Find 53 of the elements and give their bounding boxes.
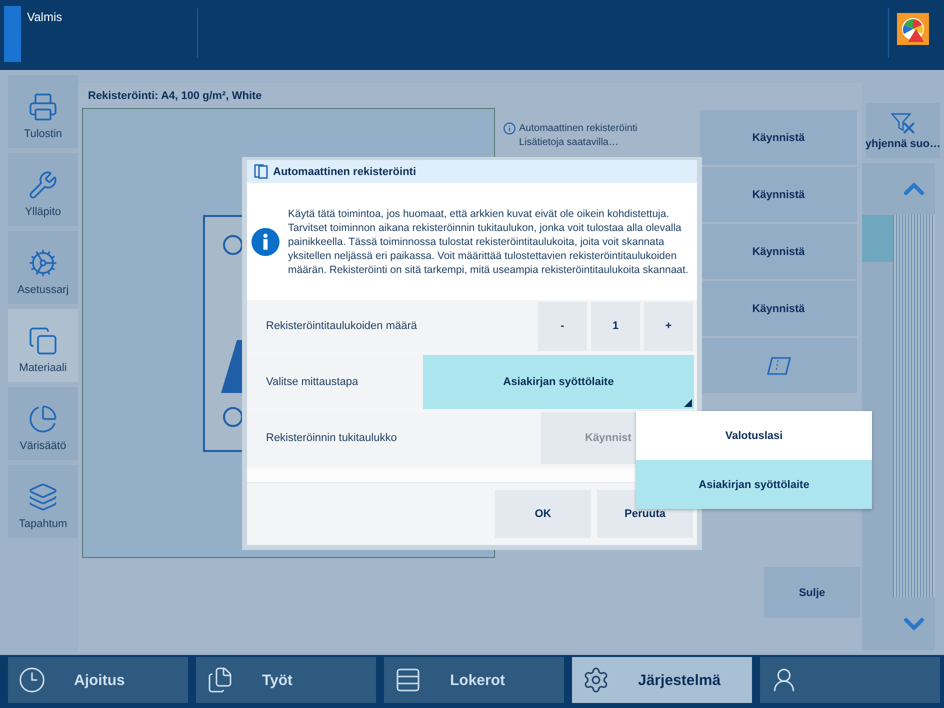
scroll-up-button[interactable] [893, 163, 935, 215]
row-label: Rekisteröintitaulukoiden määrä [266, 320, 418, 332]
sidebar-item[interactable]: Asetussarj [8, 231, 78, 304]
status-text: Valmis [27, 10, 64, 24]
cog-icon [28, 248, 58, 278]
pages-icon [28, 326, 58, 356]
nav-tab[interactable] [760, 657, 940, 703]
dropdown-option[interactable]: Valotuslasi [636, 411, 872, 460]
pages-icon [254, 164, 268, 179]
panel-title: Rekisteröinti: A4, 100 g/m², White [88, 90, 262, 102]
sidebar-item[interactable]: Värisäätö [8, 387, 78, 460]
skew-button[interactable] [700, 338, 857, 393]
row-label: Valitse mittaustapa [266, 376, 360, 388]
stack-icon [28, 482, 58, 512]
ok-button[interactable]: OK [495, 490, 591, 538]
info-icon [503, 122, 516, 135]
nav-tab[interactable]: Ajoitus [8, 657, 188, 703]
nav-tab[interactable]: Työt [196, 657, 376, 703]
start-button[interactable]: Käynnistä [700, 281, 857, 336]
row-label: Rekisteröinnin tukitaulukko [266, 432, 398, 444]
info-message: Käytä tätä toimintoa, jos huomaat, että arkkien kuvat eivät ole oikein kohdistettuja. Tarvitset toiminnon aikana rekisteröinnin tukitaulukon, jonka voit tulostaa alla olevalla painikkeella. Tässä toiminnossa tulostat rekisteröintitaulukoita, joita voit skannata yksitellen neljässä eri paikassa. Voit määrittää tulostettavien rekisteröintitaulukoiden määrän. Rekisteröinti on sitä tarkempi, mitä useampia rekisteröintitaulukoita skannaat. [288, 206, 689, 276]
pie-chart-icon [28, 404, 58, 434]
sidebar-item[interactable]: Ylläpito [8, 153, 78, 226]
nav-tab[interactable]: Lokerot [384, 657, 564, 703]
parallelogram-icon [766, 356, 792, 376]
info-icon [251, 226, 280, 256]
close-button[interactable]: Sulje [764, 567, 860, 618]
tray-icon [394, 666, 422, 694]
method-select[interactable]: Asiakirjan syöttölaite [423, 355, 694, 409]
color-warning-icon [897, 13, 929, 45]
start-button[interactable]: Käynnistä [700, 167, 857, 222]
scroll-down-button[interactable] [893, 597, 935, 650]
sidebar-item[interactable]: Tulostin [8, 75, 78, 148]
increase-button[interactable]: + [644, 302, 693, 350]
sidebar-item[interactable]: Tapahtum [8, 465, 78, 538]
dropdown-option[interactable]: Asiakirjan syöttölaite [636, 460, 872, 509]
corner-icon [684, 399, 692, 407]
count-value: 1 [591, 302, 640, 350]
printer-icon [28, 92, 58, 122]
documents-icon [206, 666, 234, 694]
clock-icon [18, 666, 46, 694]
nav-tab[interactable]: Järjestelmä [572, 657, 752, 703]
wrench-icon [28, 170, 58, 200]
status-indicator [4, 6, 21, 62]
selected-row[interactable] [862, 215, 893, 262]
start-button[interactable]: Käynnistä [700, 224, 857, 279]
settings-icon [582, 666, 610, 694]
start-button[interactable]: Käynnistä [700, 110, 857, 165]
filter-clear-icon [890, 112, 916, 134]
info-link[interactable]: Automaattinen rekisteröinti Lisätietoja saatavilla… [519, 122, 638, 150]
dialog-title: Automaattinen rekisteröinti [273, 166, 416, 178]
decrease-button[interactable]: - [538, 302, 587, 350]
sidebar-item[interactable]: Materiaali [8, 309, 78, 382]
